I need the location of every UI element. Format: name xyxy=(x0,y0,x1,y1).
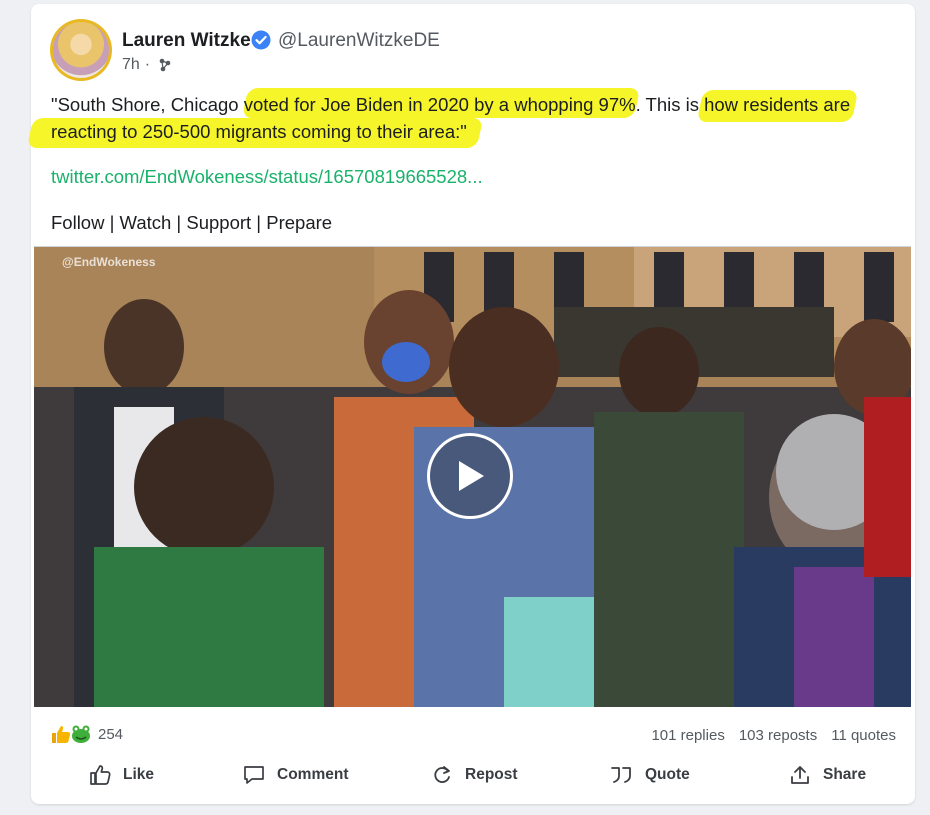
replies-count[interactable]: 101 replies xyxy=(651,727,724,744)
quotes-count[interactable]: 11 quotes xyxy=(831,727,896,744)
author-handle[interactable]: @LaurenWitzkeDE xyxy=(278,30,440,52)
play-icon xyxy=(459,461,484,491)
post-footer-text: Follow | Watch | Support | Prepare xyxy=(51,212,333,233)
quote-button[interactable]: Quote xyxy=(609,764,690,786)
author-name[interactable]: Lauren Witzke xyxy=(122,30,251,52)
post-link[interactable]: twitter.com/EndWokeness/status/165708196… xyxy=(51,166,483,188)
repost-icon xyxy=(434,766,450,783)
share-button[interactable]: Share xyxy=(789,764,866,786)
repost-button[interactable]: Repost xyxy=(431,764,518,786)
action-bar: Like Comment Repost Quote Share xyxy=(31,760,915,796)
repost-label: Repost xyxy=(465,766,518,783)
post-meta: 7h · xyxy=(122,56,173,74)
thumbs-up-icon xyxy=(90,765,111,785)
verified-badge-icon xyxy=(251,30,271,50)
quote-icon xyxy=(611,767,631,783)
meta-separator: · xyxy=(144,56,151,73)
post-time[interactable]: 7h xyxy=(122,56,140,74)
frog-emoji-icon xyxy=(72,725,90,743)
fediverse-icon xyxy=(159,58,171,72)
video-player[interactable]: @EndWokeness xyxy=(34,246,911,707)
comment-icon xyxy=(244,766,264,784)
post-text: "South Shore, Chicago voted for Joe Bide… xyxy=(51,94,851,142)
reaction-summary[interactable]: 254 xyxy=(50,724,123,744)
video-watermark: @EndWokeness xyxy=(62,255,156,269)
engagement-stats: 101 replies 103 reposts 11 quotes xyxy=(651,727,896,744)
thumbs-up-emoji-icon xyxy=(52,726,71,743)
comment-label: Comment xyxy=(277,766,349,783)
reaction-count: 254 xyxy=(98,725,124,743)
like-button[interactable]: Like xyxy=(89,764,154,786)
like-label: Like xyxy=(123,766,155,783)
share-icon xyxy=(791,766,809,784)
quote-label: Quote xyxy=(645,766,690,783)
play-button[interactable] xyxy=(427,433,513,519)
comment-button[interactable]: Comment xyxy=(243,764,348,786)
avatar-image xyxy=(53,22,109,78)
avatar[interactable] xyxy=(50,19,112,81)
reposts-count[interactable]: 103 reposts xyxy=(739,727,817,744)
share-label: Share xyxy=(823,766,867,783)
